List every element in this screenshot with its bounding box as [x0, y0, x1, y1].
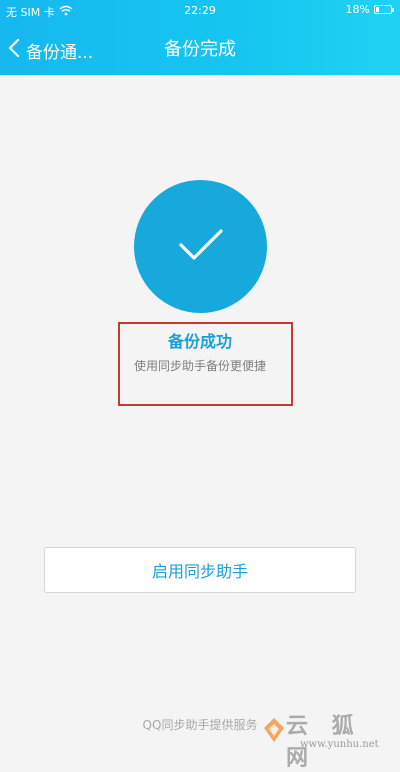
- status-time: 22:29: [184, 4, 216, 17]
- page-title: 备份完成: [164, 39, 236, 60]
- enable-sync-assistant-button[interactable]: 启用同步助手: [44, 547, 356, 593]
- result-title: 备份成功: [167, 332, 232, 351]
- checkmark-icon: [178, 228, 224, 266]
- nav-bar: 备份通... 备份完成: [0, 28, 400, 72]
- watermark-url: www.yunhu.net: [300, 739, 379, 750]
- charging-icon: ⚡: [380, 3, 387, 13]
- battery-fill: [376, 7, 379, 12]
- status-bar: 无 SIM 卡 22:29 18% ⚡: [0, 0, 400, 22]
- app-header: 无 SIM 卡 22:29 18% ⚡ 备份通... 备份完成: [0, 0, 400, 75]
- battery-percent: 18%: [345, 3, 370, 16]
- result-subtitle: 使用同步助手备份更便捷: [133, 359, 266, 373]
- battery-icon: ⚡: [374, 3, 394, 14]
- success-badge: [134, 180, 267, 313]
- status-right: 18% ⚡: [345, 3, 394, 16]
- enable-sync-assistant-label: 启用同步助手: [151, 562, 248, 581]
